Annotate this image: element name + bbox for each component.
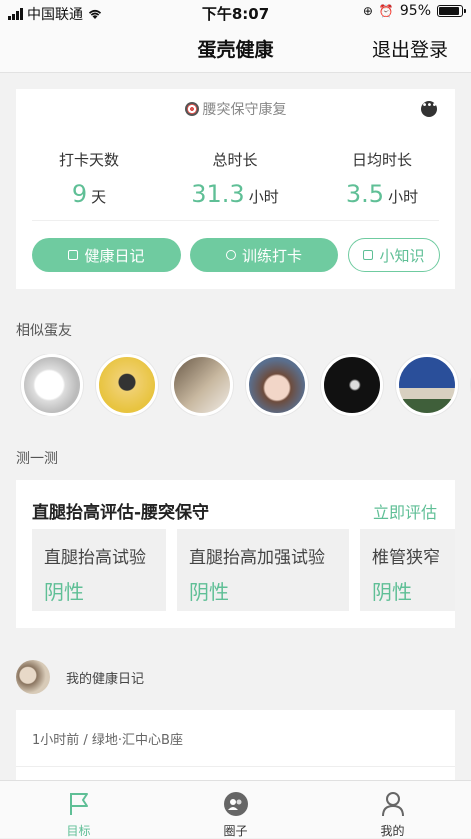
stat-label: 打卡天数 (58, 151, 119, 169)
training-checkin-button[interactable]: 训练打卡 (190, 238, 338, 272)
stat-unit: 小时 (248, 188, 279, 206)
plan-tag[interactable]: 腰突保守康复 (16, 99, 455, 119)
knowledge-button[interactable]: 小知识 (348, 238, 440, 272)
tab-bar: 目标 圈子 我的 (0, 780, 471, 838)
similar-friends-title: 相似蛋友 (16, 323, 72, 339)
similar-friends-list (18, 354, 471, 416)
quiz-item[interactable]: 椎管狭窄 阴性 (360, 529, 455, 611)
quiz-item-result: 阴性 (372, 580, 412, 604)
tab-circle[interactable]: 圈子 (157, 781, 314, 838)
tab-goal-label: 目标 (66, 824, 91, 838)
tab-goal[interactable]: 目标 (0, 781, 157, 838)
quiz-item-result: 阴性 (44, 580, 84, 604)
diary-header-label: 我的健康日记 (66, 671, 145, 687)
stat-value: 9 (71, 180, 88, 208)
friend-avatar[interactable] (246, 354, 308, 416)
plan-tag-label: 腰突保守康复 (202, 102, 287, 118)
stat-checkin-days: 打卡天数 9天 (16, 149, 162, 208)
quiz-item[interactable]: 直腿抬高试验 阴性 (32, 529, 166, 611)
quiz-items-scroller[interactable]: 直腿抬高试验 阴性 直腿抬高加强试验 阴性 椎管狭窄 阴性 (32, 529, 455, 611)
stat-total-time: 总时长 31.3 小时 (162, 149, 308, 208)
quiz-item[interactable]: 直腿抬高加强试验 阴性 (177, 529, 349, 611)
friend-avatar[interactable] (171, 354, 233, 416)
friend-avatar[interactable] (396, 354, 458, 416)
status-bar: 中国联通 下午8:07 ⊕ ⏰ 95% (0, 0, 471, 24)
clock-icon (225, 250, 236, 260)
quiz-card: 直腿抬高评估-腰突保守 立即评估 直腿抬高试验 阴性 直腿抬高加强试验 阴性 椎… (16, 480, 455, 628)
start-evaluation-link[interactable]: 立即评估 (373, 499, 437, 523)
friend-avatar[interactable] (96, 354, 158, 416)
quiz-item-name: 椎管狭窄 (372, 548, 440, 568)
tab-mine[interactable]: 我的 (314, 781, 471, 838)
quiz-section-title: 测一测 (16, 451, 58, 467)
edit-icon (68, 250, 79, 260)
more-icon[interactable]: ••• (421, 101, 437, 117)
knowledge-label: 小知识 (379, 246, 425, 265)
divider (16, 766, 455, 767)
battery-percent: 95% (399, 3, 431, 19)
target-icon (184, 102, 199, 116)
health-diary-label: 健康日记 (84, 246, 145, 265)
stat-value: 31.3 (191, 180, 245, 208)
diary-header[interactable]: 我的健康日记 (16, 659, 144, 695)
friend-avatar[interactable] (21, 354, 83, 416)
tab-circle-label: 圈子 (223, 824, 248, 838)
community-icon (223, 792, 248, 816)
nav-bar: 蛋壳健康 退出登录 (0, 24, 471, 73)
user-icon (381, 792, 404, 817)
rotation-lock-icon: ⊕ (362, 4, 373, 18)
logout-button[interactable]: 退出登录 (372, 35, 448, 62)
training-checkin-label: 训练打卡 (241, 246, 302, 265)
friend-avatar[interactable] (321, 354, 383, 416)
quiz-item-result: 阴性 (189, 580, 229, 604)
battery-icon (437, 5, 466, 17)
stat-daily-avg: 日均时长 3.5 小时 (309, 149, 455, 208)
quiz-item-name: 直腿抬高试验 (44, 548, 146, 568)
plan-card: 腰突保守康复 ••• 打卡天数 9天 总时长 31.3 小时 日均时长 3.5 小时… (16, 89, 455, 289)
diary-entry-meta: 1小时前 / 绿地·汇中心B座 (32, 733, 183, 748)
divider (32, 220, 439, 221)
stat-value: 3.5 (345, 180, 385, 208)
user-avatar (16, 660, 50, 694)
stat-unit: 小时 (388, 188, 419, 206)
book-icon (363, 250, 374, 260)
health-diary-button[interactable]: 健康日记 (32, 238, 181, 272)
quiz-card-title: 直腿抬高评估-腰突保守 (32, 503, 210, 523)
stat-unit: 天 (91, 188, 107, 206)
quiz-item-name: 直腿抬高加强试验 (189, 548, 325, 568)
alarm-icon: ⏰ (378, 4, 394, 18)
flag-icon (69, 793, 88, 815)
tab-mine-label: 我的 (380, 824, 405, 838)
stat-label: 总时长 (212, 151, 258, 169)
stat-label: 日均时长 (351, 151, 412, 169)
